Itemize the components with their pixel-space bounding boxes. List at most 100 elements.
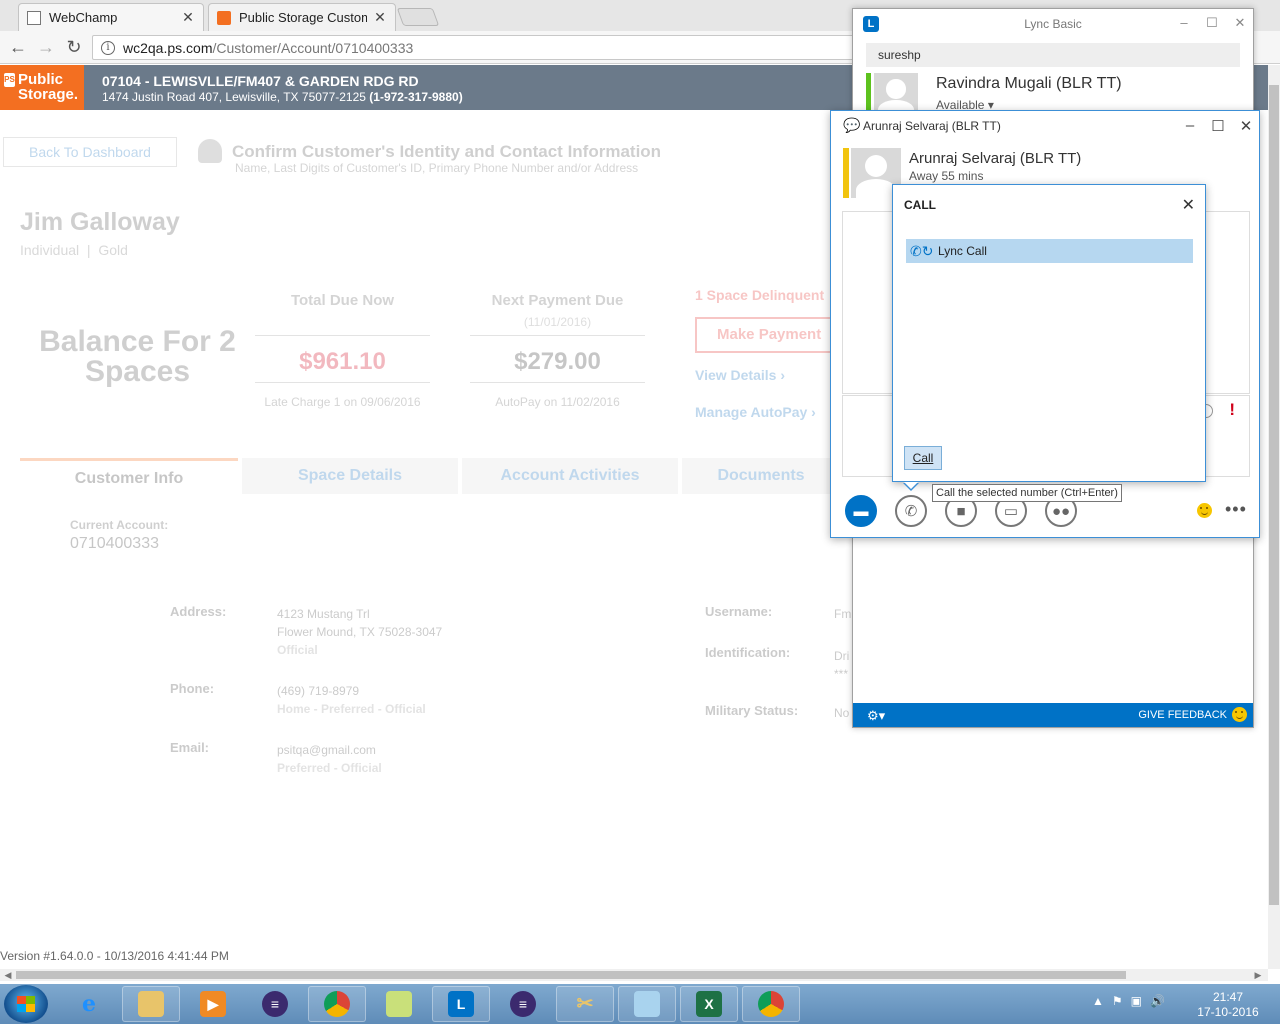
window-controls: – ☐ ✕ <box>1177 15 1247 31</box>
email-label: Email: <box>170 740 210 755</box>
taskbar-eclipse-2[interactable]: ≡ <box>494 986 552 1022</box>
address-value: 4123 Mustang Trl Flower Mound, TX 75028-… <box>277 607 443 657</box>
notepad-icon <box>634 991 660 1017</box>
taskbar-sticky-notes[interactable] <box>370 986 428 1022</box>
tab-space-details[interactable]: Space Details <box>242 458 458 494</box>
conversation-icon: 💬 <box>843 117 861 133</box>
reload-icon[interactable]: ↻ <box>64 37 84 57</box>
close-icon[interactable]: ✕ <box>1239 117 1253 135</box>
presence-indicator <box>843 148 849 198</box>
instant-message-button[interactable]: ▬ <box>845 495 877 527</box>
important-icon[interactable]: ! <box>1229 400 1235 420</box>
action-center-flag-icon[interactable]: ⚑ <box>1112 994 1123 1008</box>
taskbar-media-player[interactable]: ▶ <box>184 986 242 1022</box>
windows-logo-icon <box>17 996 35 1012</box>
back-to-dashboard-button[interactable]: Back To Dashboard <box>3 137 177 167</box>
username-value: Fm <box>834 607 852 621</box>
military-status-value: No <box>834 706 850 720</box>
vertical-scrollbar[interactable] <box>1268 65 1280 969</box>
taskbar-internet-explorer[interactable]: e <box>60 986 118 1022</box>
logo-text-line2: Storage. <box>18 86 79 103</box>
system-clock[interactable]: 21:47 17-10-2016 <box>1188 990 1268 1020</box>
lync-call-label: Lync Call <box>938 244 987 258</box>
customer-name: Jim Galloway <box>20 208 180 236</box>
public-storage-favicon <box>217 10 231 25</box>
minimize-icon[interactable]: – <box>1183 117 1197 135</box>
page-icon <box>27 10 41 25</box>
scroll-thumb[interactable] <box>16 971 1126 979</box>
next-payment-amount: $279.00 <box>514 348 601 375</box>
minimize-icon[interactable]: – <box>1177 15 1191 31</box>
scroll-right-icon[interactable]: ▶ <box>1252 969 1264 981</box>
contact-search-input[interactable]: sureshp <box>866 43 1240 67</box>
back-arrow-icon[interactable]: ← <box>8 37 28 57</box>
system-tray: ▲ ⚑ ▣ 🔊 <box>1092 994 1165 1008</box>
people-icon: ●● <box>1051 502 1071 520</box>
maximize-icon[interactable]: ☐ <box>1211 117 1225 135</box>
store-address: 1474 Justin Road 407, Lewisville, TX 750… <box>102 90 463 104</box>
scroll-left-icon[interactable]: ◀ <box>2 969 14 981</box>
taskbar-file-explorer[interactable] <box>122 986 180 1022</box>
taskbar-eclipse[interactable]: ≡ <box>246 986 304 1022</box>
lync-call-option[interactable]: ✆↻ Lync Call <box>906 239 1193 263</box>
close-icon[interactable]: ✕ <box>1233 15 1247 31</box>
eclipse-icon: ≡ <box>510 991 536 1017</box>
tab-title: Public Storage Customer <box>239 10 367 25</box>
give-feedback-link[interactable]: GIVE FEEDBACK <box>1138 709 1227 721</box>
tab-public-storage[interactable]: Public Storage Customer ✕ <box>208 3 396 31</box>
tab-account-activities[interactable]: Account Activities <box>462 458 678 494</box>
url-text: wc2qa.ps.com/Customer/Account/0710400333 <box>123 39 414 56</box>
call-button[interactable]: ✆ <box>895 495 927 527</box>
taskbar-notepad[interactable] <box>618 986 676 1022</box>
user-icon <box>198 139 222 163</box>
autopay-note: AutoPay on 11/02/2016 <box>495 395 620 409</box>
horizontal-scrollbar[interactable]: ◀ ▶ <box>0 969 1268 981</box>
close-icon[interactable]: ✕ <box>373 9 387 26</box>
maximize-icon[interactable]: ☐ <box>1205 15 1219 31</box>
show-hidden-icons-icon[interactable]: ▲ <box>1092 994 1104 1008</box>
divider <box>255 382 430 383</box>
tab-webchamp[interactable]: WebChamp ✕ <box>18 3 204 31</box>
username-label: Username: <box>705 604 773 619</box>
options-icon[interactable]: ⚙▾ <box>867 708 885 724</box>
conversation-contact-name: Arunraj Selvaraj (BLR TT) <box>909 150 1082 167</box>
network-icon[interactable]: ▣ <box>1131 994 1142 1008</box>
smiley-icon[interactable] <box>1232 707 1247 722</box>
more-options-icon[interactable]: ••• <box>1225 499 1247 520</box>
make-payment-button[interactable]: Make Payment <box>695 317 845 353</box>
close-icon[interactable]: ✕ <box>1182 195 1195 215</box>
total-due-spacer <box>255 315 430 329</box>
close-icon[interactable]: ✕ <box>181 9 195 26</box>
taskbar-tools[interactable]: ✂ <box>556 986 614 1022</box>
customer-tier: Individual | Gold <box>20 242 128 258</box>
taskbar-lync[interactable]: L <box>432 986 490 1022</box>
call-submit-button[interactable]: Call <box>904 446 942 470</box>
next-payment-label: Next Payment Due <box>491 292 624 309</box>
store-phone: (1-972-317-9880) <box>369 90 463 104</box>
excel-icon: X <box>696 991 722 1017</box>
current-account-label: Current Account: <box>70 518 169 532</box>
taskbar-chrome[interactable] <box>308 986 366 1022</box>
start-button[interactable] <box>4 985 48 1023</box>
identification-value: Dri *** <box>834 649 850 681</box>
tab-customer-info[interactable]: Customer Info <box>20 458 238 494</box>
clock-date: 17-10-2016 <box>1197 1005 1259 1019</box>
public-storage-logo[interactable]: PS Public Storage. <box>0 65 84 110</box>
call-popup: CALL ✕ ✆↻ Lync Call Call <box>892 184 1206 491</box>
view-details-link[interactable]: View Details › <box>695 367 785 383</box>
info-icon[interactable]: i <box>101 40 115 55</box>
smiley-icon[interactable] <box>1197 503 1212 518</box>
ps-logo-mark: PS <box>4 73 15 87</box>
scroll-thumb[interactable] <box>1269 85 1279 905</box>
lync-icon: L <box>448 991 474 1017</box>
tab-documents[interactable]: Documents <box>682 458 840 494</box>
volume-icon[interactable]: 🔊 <box>1150 994 1165 1008</box>
forward-arrow-icon[interactable]: → <box>36 37 56 57</box>
manage-autopay-link[interactable]: Manage AutoPay › <box>695 404 816 420</box>
video-camera-icon: ■ <box>956 502 966 520</box>
taskbar-chrome-2[interactable] <box>742 986 800 1022</box>
monitor-icon: ▭ <box>1003 503 1019 520</box>
total-due-amount: $961.10 <box>299 348 386 375</box>
taskbar-excel[interactable]: X <box>680 986 738 1022</box>
new-tab-button[interactable] <box>396 8 440 26</box>
